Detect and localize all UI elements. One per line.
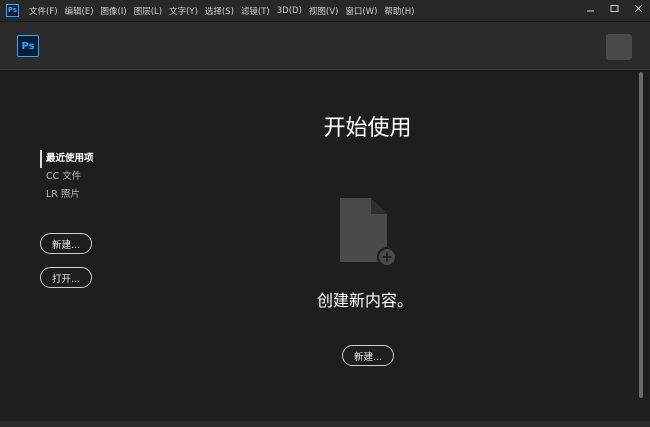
close-icon (634, 4, 642, 12)
window-bottom-edge (0, 421, 650, 427)
minimize-button[interactable] (578, 0, 602, 16)
menu-image[interactable]: 图像(I) (101, 5, 127, 17)
menu-view[interactable]: 视图(V) (309, 5, 338, 17)
main-new-button[interactable]: 新建... (342, 345, 394, 366)
sidebar-item-lr-photos[interactable]: LR 照片 (40, 186, 190, 204)
sidebar-new-button[interactable]: 新建... (40, 233, 92, 254)
sidebar-open-button[interactable]: 打开... (40, 267, 92, 288)
menu-file[interactable]: 文件(F) (29, 5, 58, 17)
plus-icon (377, 247, 397, 267)
scrollbar[interactable] (639, 72, 644, 400)
sidebar-item-recent[interactable]: 最近使用项 (40, 150, 190, 168)
app-icon[interactable]: Ps (6, 4, 19, 17)
page-title: 开始使用 (323, 116, 412, 141)
menu-filter[interactable]: 滤镜(T) (241, 5, 270, 17)
avatar[interactable] (606, 34, 632, 60)
menu-bar: Ps 文件(F) 编辑(E) 图像(I) 图层(L) 文字(Y) 选择(S) 滤… (0, 0, 650, 22)
sidebar-item-cc-files[interactable]: CC 文件 (40, 168, 190, 186)
scrollbar-thumb[interactable] (639, 72, 643, 398)
header-bar: Ps (0, 22, 650, 70)
menu-layer[interactable]: 图层(L) (134, 5, 162, 17)
menu-window[interactable]: 窗口(W) (345, 5, 377, 17)
sidebar: 最近使用项 CC 文件 LR 照片 (40, 150, 190, 204)
menu-3d[interactable]: 3D(D) (277, 6, 302, 16)
menu-select[interactable]: 选择(S) (205, 5, 234, 17)
new-document-icon (340, 198, 397, 267)
maximize-button[interactable] (602, 0, 626, 16)
minimize-icon (586, 10, 594, 11)
menu-help[interactable]: 帮助(H) (384, 5, 414, 17)
menu-edit[interactable]: 编辑(E) (65, 5, 94, 17)
create-new-text: 创建新内容。 (316, 291, 413, 310)
maximize-icon (610, 4, 618, 12)
close-button[interactable] (626, 0, 650, 16)
window-controls (578, 0, 650, 16)
ps-logo: Ps (17, 35, 39, 57)
menu-type[interactable]: 文字(Y) (169, 5, 198, 17)
